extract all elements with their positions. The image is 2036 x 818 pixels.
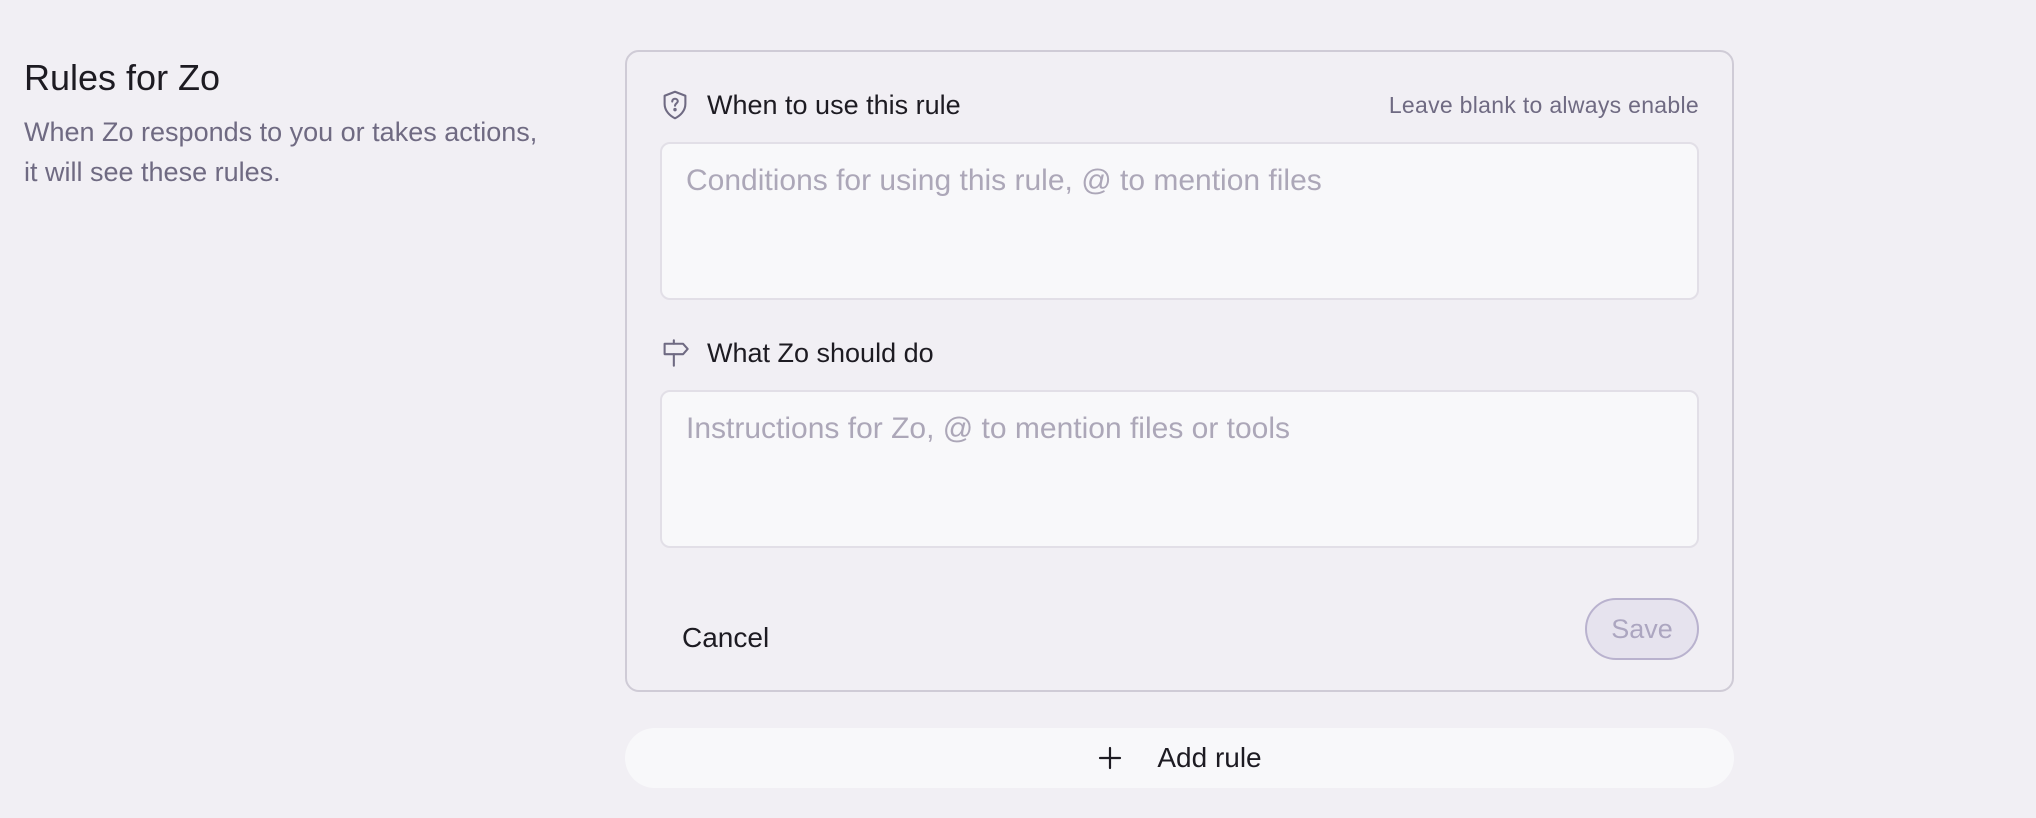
cancel-button[interactable]: Cancel	[660, 608, 791, 668]
add-rule-button[interactable]: Add rule	[625, 728, 1734, 788]
condition-hint: Leave blank to always enable	[1388, 91, 1699, 118]
condition-input[interactable]	[662, 144, 1697, 298]
shield-question-icon	[660, 90, 690, 120]
save-button[interactable]: Save	[1585, 598, 1699, 660]
condition-header: When to use this rule Leave blank to alw…	[660, 85, 1699, 125]
condition-field	[660, 142, 1699, 300]
rules-settings-page: Rules for Zo When Zo responds to you or …	[0, 0, 2036, 818]
add-rule-label: Add rule	[1157, 742, 1262, 773]
instructions-label: What Zo should do	[707, 337, 934, 368]
instructions-input[interactable]	[662, 392, 1697, 546]
page-description: When Zo responds to you or takes actions…	[24, 117, 538, 187]
rule-editor-card: When to use this rule Leave blank to alw…	[625, 50, 1734, 692]
signpost-icon	[660, 338, 690, 368]
plus-icon	[1097, 745, 1123, 771]
condition-label: When to use this rule	[707, 89, 961, 120]
instructions-header: What Zo should do	[660, 333, 1699, 373]
page-title: Rules for Zo	[24, 57, 221, 98]
instructions-field	[660, 390, 1699, 548]
rules-intro: Rules for Zo When Zo responds to you or …	[24, 56, 544, 192]
